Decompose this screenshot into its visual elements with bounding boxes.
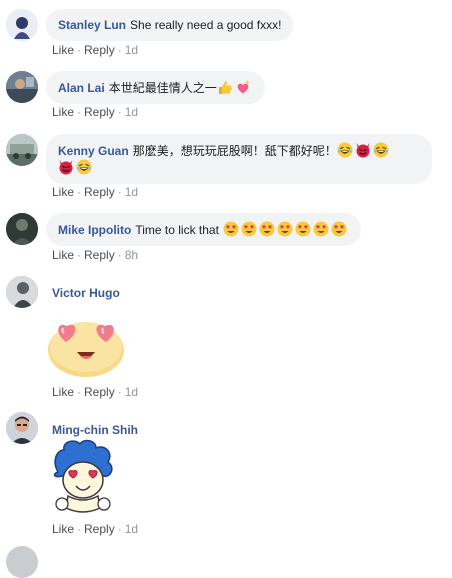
comment-time[interactable]: 8h [125,248,138,262]
heart-eyes-cartoon-sticker [50,438,116,520]
comment-actions: Like · Reply · 1d [52,185,139,199]
commenter-name[interactable]: Alan Lai [58,81,105,95]
heart-eyes-face-icon [223,221,239,237]
avatar[interactable] [6,412,38,444]
comment-text: 本世紀最佳情人之一 [108,81,217,95]
comment-actions: Like · Reply · 1d [52,105,139,119]
heart-eyes-face-icon [241,221,257,237]
reply-link[interactable]: Reply [84,248,115,262]
thumbs-up-icon [217,79,233,95]
like-link[interactable]: Like [52,385,74,399]
like-link[interactable]: Like [52,185,74,199]
commenter-name[interactable]: Stanley Lun [58,18,126,32]
like-link[interactable]: Like [52,43,74,57]
comment-bubble: Alan Lai 本世紀最佳情人之一 [46,71,265,104]
commenter-name[interactable]: Mike Ippolito [58,223,131,237]
commenter-name[interactable]: Kenny Guan [58,144,129,158]
avatar-image [6,9,38,41]
comment-text: 那麽美，想玩玩屁股啊！舐下都好呢！ [132,144,337,158]
comment-actions: Like · Reply · 1d [52,43,139,57]
avatar-image [6,276,38,308]
devil-face-icon [58,159,74,175]
reply-link[interactable]: Reply [84,43,115,57]
comment-actions: Like · Reply · 8h [52,248,139,262]
avatar[interactable] [6,71,38,103]
like-link[interactable]: Like [52,522,74,536]
comment-bubble: Mike Ippolito Time to lick that [46,213,361,246]
comment-text: She really need a good fxxx! [130,18,282,32]
devil-face-icon [355,142,371,158]
commenter-name[interactable]: Victor Hugo [52,286,120,300]
avatar[interactable] [6,213,38,245]
heart-eyes-face-icon [277,221,293,237]
comment-time[interactable]: 1d [125,105,138,119]
comment-bubble: Kenny Guan 那麽美，想玩玩屁股啊！舐下都好呢！ [46,134,432,184]
commenter-name[interactable]: Ming-chin Shih [52,423,138,437]
comment-text: Time to lick that [135,223,219,237]
laughing-face-icon [337,142,353,158]
avatar[interactable] [6,9,38,41]
sparkling-heart-icon [235,79,251,95]
heart-eyes-face-sticker [46,316,126,378]
reply-link[interactable]: Reply [84,105,115,119]
heart-eyes-face-icon [331,221,347,237]
reply-link[interactable]: Reply [84,185,115,199]
reply-link[interactable]: Reply [84,385,115,399]
heart-eyes-face-icon [259,221,275,237]
laughing-face-icon [373,142,389,158]
avatar-image [6,213,38,245]
comment-actions: Like · Reply · 1d [52,385,139,399]
comment-time[interactable]: 1d [125,385,138,399]
heart-eyes-face-icon [295,221,311,237]
comment-bubble: Stanley Lun She really need a good fxxx! [46,9,294,41]
heart-eyes-face-icon [313,221,329,237]
avatar-image [6,412,38,444]
laughing-face-icon [76,159,92,175]
comment-actions: Like · Reply · 1d [52,522,139,536]
reply-link[interactable]: Reply [84,522,115,536]
comment-time[interactable]: 1d [125,43,138,57]
avatar[interactable] [6,134,38,166]
avatar[interactable] [6,276,38,308]
avatar-image [6,134,38,166]
comment-time[interactable]: 1d [125,185,138,199]
avatar-image [6,71,38,103]
like-link[interactable]: Like [52,105,74,119]
comment-time[interactable]: 1d [125,522,138,536]
like-link[interactable]: Like [52,248,74,262]
